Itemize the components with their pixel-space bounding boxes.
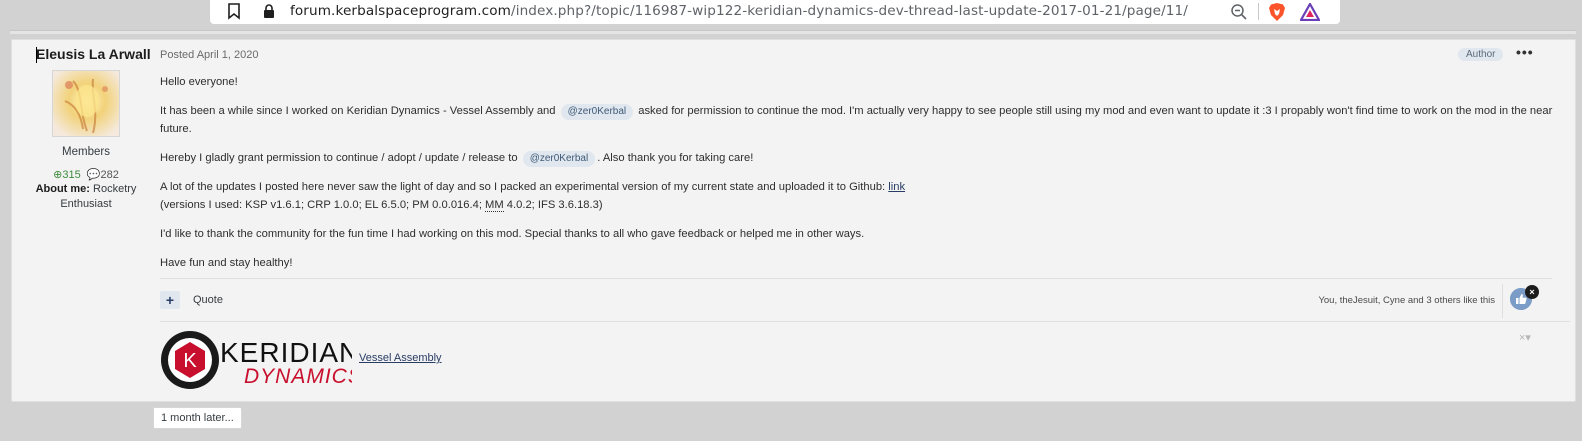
browser-address-bar: forum.kerbalspaceprogram.com/index.php?/… xyxy=(210,0,1340,24)
about-me: About me: Rocketry Enthusiast xyxy=(22,182,150,212)
brave-shields-icon[interactable] xyxy=(1268,2,1286,22)
multiquote-button[interactable]: + xyxy=(160,291,180,309)
member-stats: ⊕315 💬282 xyxy=(12,168,160,181)
address-input[interactable]: forum.kerbalspaceprogram.com/index.php?/… xyxy=(290,3,1188,19)
paragraph: I'd like to thank the community for the … xyxy=(160,228,865,240)
reaction-divider xyxy=(1502,284,1503,318)
plus-circle-icon: ⊕ xyxy=(53,169,63,181)
about-me-label: About me: xyxy=(35,183,90,195)
paragraph-text: . Also thank you for taking care! xyxy=(597,152,754,164)
hide-signature-button[interactable]: ×▾ xyxy=(1519,331,1531,344)
signature-divider xyxy=(160,321,1570,322)
paragraph: Have fun and stay healthy! xyxy=(160,257,293,269)
post-count-stat: 💬282 xyxy=(87,169,119,181)
vessel-assembly-link[interactable]: Vessel Assembly xyxy=(359,352,442,364)
paragraph: Hello everyone! xyxy=(160,76,238,88)
brave-rewards-icon[interactable] xyxy=(1300,3,1320,21)
paragraph-text: Hereby I gladly grant permission to cont… xyxy=(160,152,518,164)
paragraph-text: 4.0.2; IFS 3.6.18.3) xyxy=(506,199,603,211)
time-separator: 1 month later... xyxy=(153,407,242,429)
url-path: /index.php?/topic/116987-wip122-keridian… xyxy=(511,3,1188,19)
url-host: forum.kerbalspaceprogram.com xyxy=(290,3,512,19)
paragraph: Hereby I gladly grant permission to cont… xyxy=(160,149,1560,167)
logo-letter: K xyxy=(183,350,197,372)
remove-reaction-button[interactable]: × xyxy=(1525,285,1539,299)
author-name[interactable]: Eleusis La Arwall xyxy=(36,46,151,63)
logo-wordmark-bottom: DYNAMICS xyxy=(244,365,352,388)
post-footer-divider xyxy=(160,278,1552,279)
user-mention[interactable]: @zer0Kerbal xyxy=(522,151,596,167)
more-options-button[interactable]: ••• xyxy=(1516,44,1534,60)
post-date[interactable]: Posted April 1, 2020 xyxy=(160,49,258,61)
reaction-summary[interactable]: You, theJesuit, Cyne and 3 others like t… xyxy=(1247,295,1495,306)
paragraph: A lot of the updates I posted here never… xyxy=(160,178,1560,214)
author-badge: Author xyxy=(1458,48,1504,61)
toolbar-divider xyxy=(1258,3,1259,20)
forum-post: Eleusis La Arwall Members ⊕315 💬282 Abou… xyxy=(11,39,1576,402)
avatar-image xyxy=(53,71,119,136)
quote-button[interactable]: Quote xyxy=(193,294,223,306)
previous-post-edge xyxy=(10,30,1576,34)
paragraph-text: (versions I used: KSP v1.6.1; CRP 1.0.0;… xyxy=(160,199,482,211)
member-rank: Members xyxy=(62,146,110,158)
reputation-value: 315 xyxy=(62,169,81,181)
comment-icon: 💬 xyxy=(86,169,101,181)
logo-wordmark-top: KERIDIAN xyxy=(220,337,352,368)
post-count-value: 282 xyxy=(100,169,119,181)
paragraph-text: It has been a while since I worked on Ke… xyxy=(160,105,556,117)
github-link[interactable]: link xyxy=(888,181,905,193)
post-body: Hello everyone! It has been a while sinc… xyxy=(160,73,1560,283)
avatar[interactable] xyxy=(52,70,120,137)
zoom-icon[interactable] xyxy=(1230,3,1248,21)
keridian-dynamics-logo: K KERIDIAN DYNAMICS xyxy=(161,331,352,389)
paragraph-text: A lot of the updates I posted here never… xyxy=(160,181,886,193)
abbreviation: MM xyxy=(485,199,504,212)
lock-icon[interactable] xyxy=(262,3,276,20)
paragraph: It has been a while since I worked on Ke… xyxy=(160,102,1560,138)
reputation-stat: ⊕315 xyxy=(53,169,81,181)
bookmark-icon[interactable] xyxy=(227,3,241,20)
user-mention[interactable]: @zer0Kerbal xyxy=(560,104,634,120)
